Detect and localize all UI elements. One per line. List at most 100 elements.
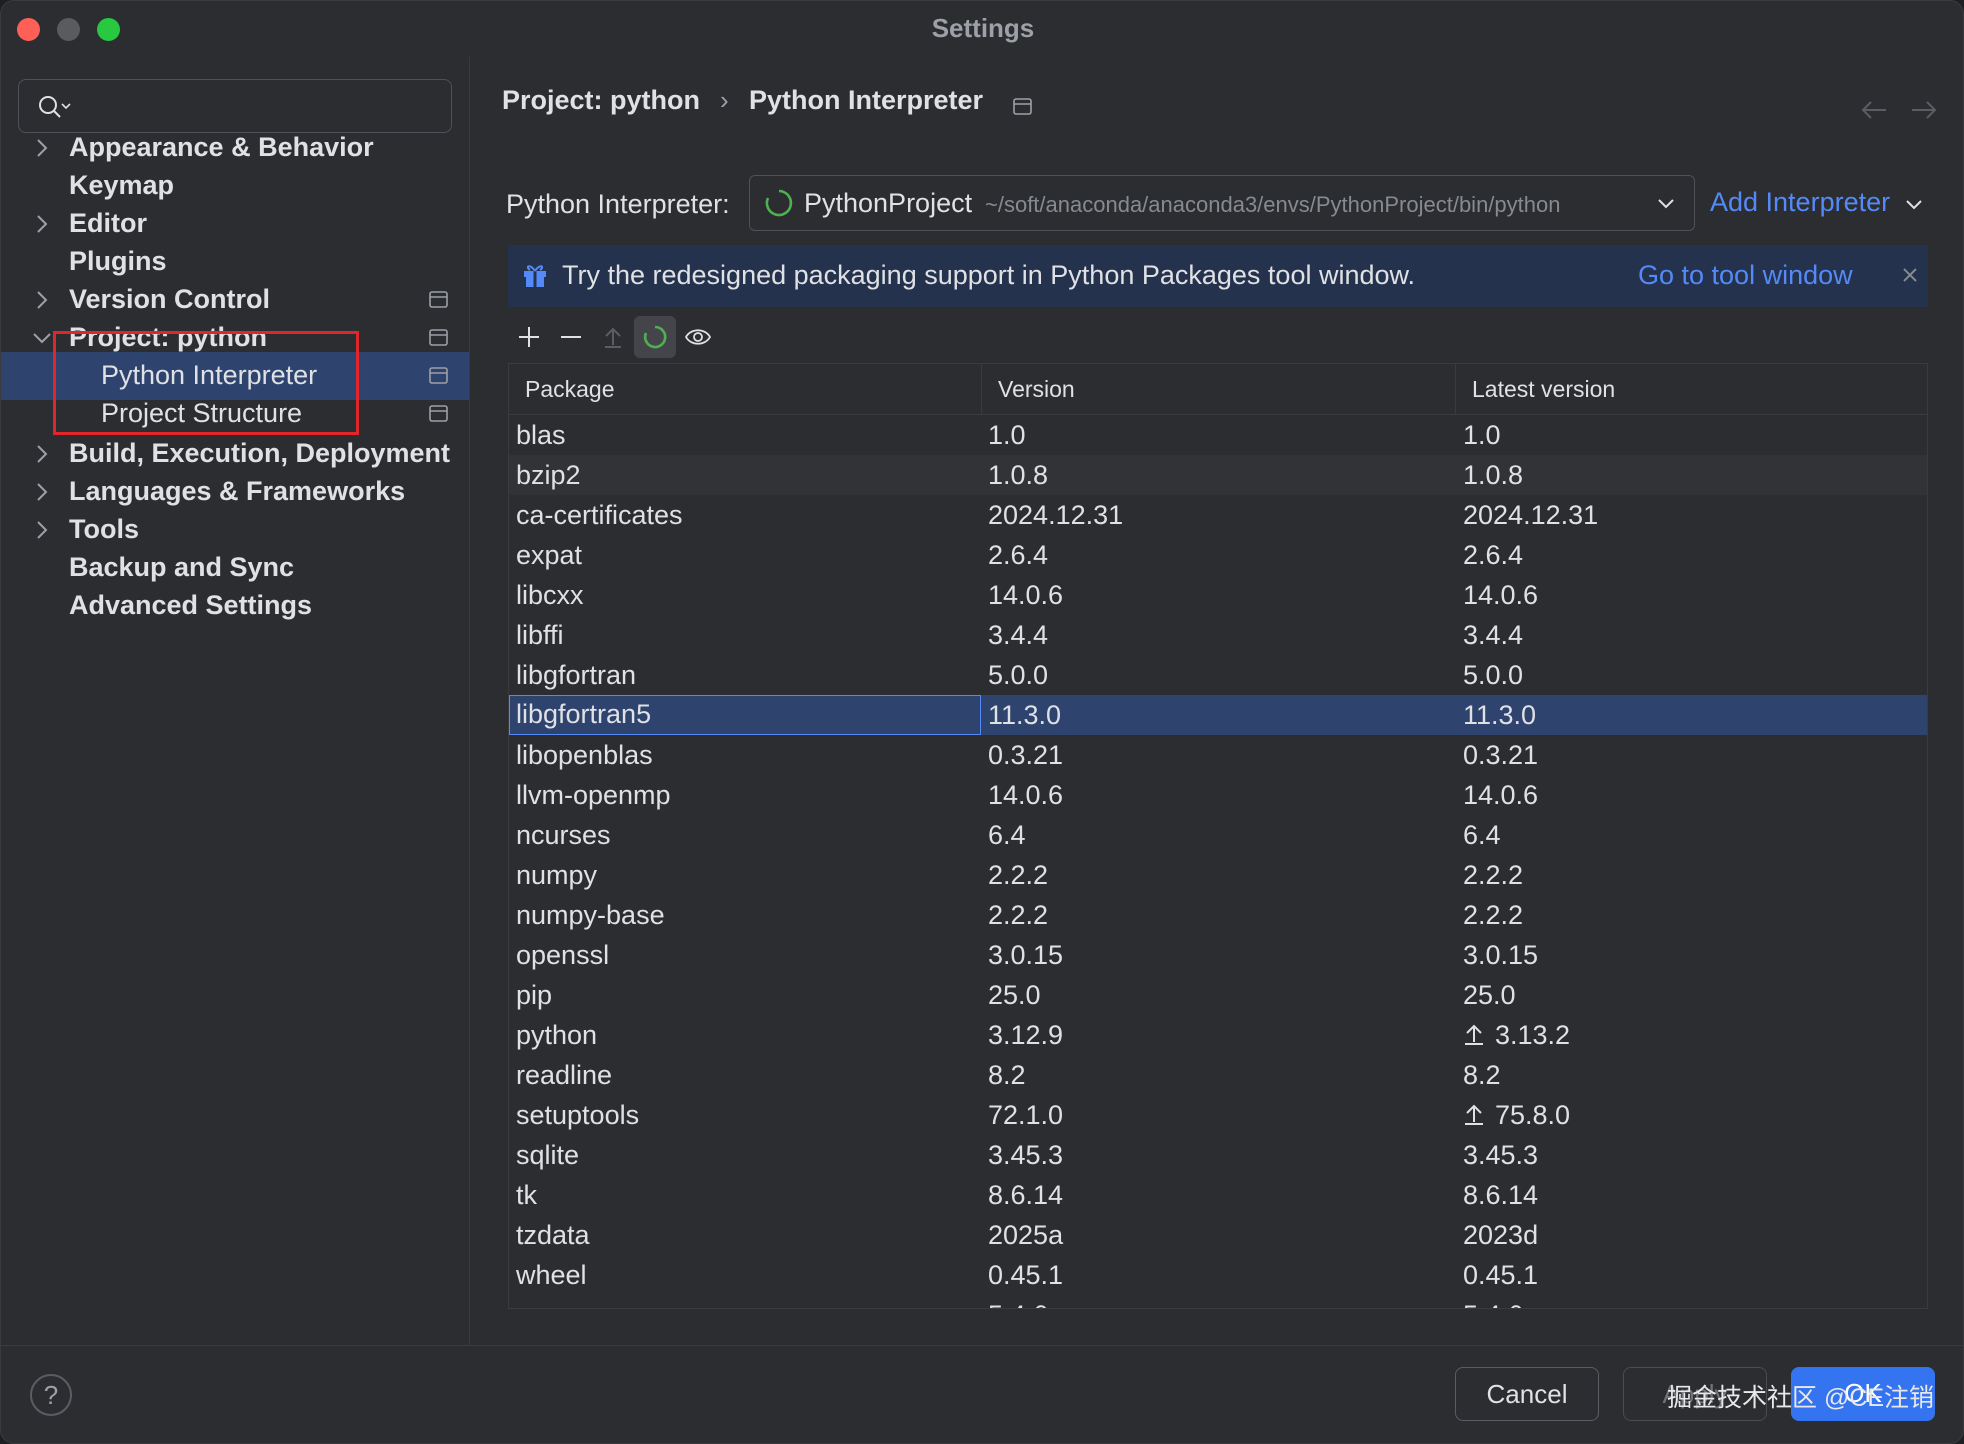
chevron-down-icon[interactable] xyxy=(31,324,53,352)
latest-version-text: 11.3.0 xyxy=(1463,700,1537,730)
chevron-right-icon[interactable] xyxy=(31,286,53,314)
chevron-right-icon[interactable] xyxy=(31,134,53,162)
table-row[interactable]: numpy 2.2.2 2.2.2 xyxy=(509,855,1927,895)
table-row[interactable]: setuptools 72.1.0 75.8.0 xyxy=(509,1095,1927,1135)
package-name-cell: setuptools xyxy=(516,1100,640,1130)
table-row[interactable]: expat 2.6.4 2.6.4 xyxy=(509,535,1927,575)
table-row[interactable]: numpy-base 2.2.2 2.2.2 xyxy=(509,895,1927,935)
table-row[interactable]: python 3.12.9 3.13.2 xyxy=(509,1015,1927,1055)
package-name-cell: wheel xyxy=(516,1260,587,1290)
latest-version-text: 2.2.2 xyxy=(1463,860,1524,890)
sidebar-item-label: Keymap xyxy=(69,170,175,200)
package-name-cell: ncurses xyxy=(516,820,611,850)
version-cell: 14.0.6 xyxy=(988,580,1064,610)
version-cell: 2024.12.31 xyxy=(988,500,1124,530)
package-name-cell: libcxx xyxy=(516,580,584,610)
column-header-package[interactable]: Package xyxy=(509,364,981,414)
package-name-cell: ca-certificates xyxy=(516,500,683,530)
interpreter-dropdown[interactable]: PythonProject ~/soft/anaconda/anaconda3/… xyxy=(749,175,1695,231)
banner-message: Try the redesigned packaging support in … xyxy=(562,260,1416,290)
search-icon xyxy=(39,96,71,118)
package-name-cell: libopenblas xyxy=(516,740,653,770)
use-conda-toggle-button[interactable] xyxy=(634,316,676,358)
version-cell: 1.0.8 xyxy=(988,460,1049,490)
latest-version-text: 2023d xyxy=(1463,1220,1539,1250)
table-row[interactable]: libopenblas 0.3.21 0.3.21 xyxy=(509,735,1927,775)
help-button[interactable]: ? xyxy=(30,1374,72,1416)
chevron-right-icon[interactable] xyxy=(31,478,53,506)
info-banner: Try the redesigned packaging support in … xyxy=(508,245,1928,307)
table-row[interactable]: openssl 3.0.15 3.0.15 xyxy=(509,935,1927,975)
table-row[interactable]: readline 8.2 8.2 xyxy=(509,1055,1927,1095)
table-row[interactable]: xz 5.4.6 5.4.6 xyxy=(509,1295,1927,1308)
table-row[interactable]: libgfortran 5.0.0 5.0.0 xyxy=(509,655,1927,695)
table-row[interactable]: tk 8.6.14 8.6.14 xyxy=(509,1175,1927,1215)
chevron-right-icon[interactable] xyxy=(31,440,53,468)
sidebar-item-label: Version Control xyxy=(69,284,271,314)
chevron-right-icon[interactable] xyxy=(31,516,53,544)
table-row[interactable]: libgfortran5 11.3.0 11.3.0 xyxy=(509,695,1927,735)
version-cell: 2.2.2 xyxy=(988,900,1049,930)
table-row[interactable]: libcxx 14.0.6 14.0.6 xyxy=(509,575,1927,615)
version-cell: 1.0 xyxy=(988,420,1026,450)
show-early-releases-button[interactable] xyxy=(676,316,718,358)
latest-version-cell: 1.0 xyxy=(1463,415,1501,455)
go-to-tool-window-link[interactable]: Go to tool window xyxy=(1638,260,1853,291)
latest-version-cell: 2.6.4 xyxy=(1463,535,1523,575)
package-name-cell: xz xyxy=(516,1295,543,1308)
table-row[interactable]: wheel 0.45.1 0.45.1 xyxy=(509,1255,1927,1295)
table-row[interactable]: blas 1.0 1.0 xyxy=(509,415,1927,455)
latest-version-cell: 11.3.0 xyxy=(1463,695,1536,735)
settings-sidebar: Appearance & Behavior Keymap Editor Plugins… xyxy=(1,57,469,1345)
project-level-icon xyxy=(429,329,448,346)
version-cell: 0.3.21 xyxy=(988,740,1064,770)
install-package-button[interactable] xyxy=(508,316,550,358)
sidebar-item-label: Backup and Sync xyxy=(69,552,295,582)
upgrade-arrow-icon xyxy=(605,327,621,348)
upgrade-package-button[interactable] xyxy=(592,316,634,358)
version-cell: 3.0.15 xyxy=(988,940,1064,970)
package-name-cell: numpy-base xyxy=(516,900,665,930)
table-row[interactable]: ncurses 6.4 6.4 xyxy=(509,815,1927,855)
package-name-cell: bzip2 xyxy=(516,460,581,490)
interpreter-name: PythonProject xyxy=(804,188,973,218)
uninstall-package-button[interactable] xyxy=(550,316,592,358)
conda-env-icon xyxy=(765,189,793,217)
gift-icon xyxy=(524,265,546,287)
latest-version-text: 14.0.6 xyxy=(1463,780,1539,810)
latest-version-cell: 5.4.6 xyxy=(1463,1295,1523,1308)
add-interpreter-chevron-icon[interactable] xyxy=(1904,195,1924,215)
breadcrumb-current: Python Interpreter xyxy=(749,85,984,115)
cancel-button[interactable]: Cancel xyxy=(1455,1367,1599,1421)
close-icon[interactable] xyxy=(1898,263,1922,287)
latest-version-text: 25.0 xyxy=(1463,980,1516,1010)
package-name-cell: openssl xyxy=(516,940,610,970)
breadcrumb-parent[interactable]: Project: python xyxy=(502,85,700,116)
chevron-right-icon[interactable] xyxy=(31,210,53,238)
sidebar-item-advanced-settings[interactable]: Advanced Settings xyxy=(1,582,469,630)
add-interpreter-link[interactable]: Add Interpreter xyxy=(1710,187,1890,218)
interpreter-path: ~/soft/anaconda/anaconda3/envs/PythonPro… xyxy=(985,192,1561,217)
footer-divider xyxy=(1,1345,1963,1346)
table-row[interactable]: llvm-openmp 14.0.6 14.0.6 xyxy=(509,775,1927,815)
back-arrow-icon[interactable] xyxy=(1860,99,1888,121)
latest-version-text: 14.0.6 xyxy=(1463,580,1539,610)
version-cell: 5.4.6 xyxy=(988,1295,1048,1308)
table-row[interactable]: bzip2 1.0.8 1.0.8 xyxy=(509,455,1927,495)
version-cell: 5.0.0 xyxy=(988,660,1049,690)
column-header-version[interactable]: Version xyxy=(981,364,1455,414)
latest-version-cell: 1.0.8 xyxy=(1463,455,1523,495)
table-row[interactable]: sqlite 3.45.3 3.45.3 xyxy=(509,1135,1927,1175)
latest-version-text: 2.6.4 xyxy=(1463,540,1524,570)
table-row[interactable]: libffi 3.4.4 3.4.4 xyxy=(509,615,1927,655)
table-row[interactable]: pip 25.0 25.0 xyxy=(509,975,1927,1015)
forward-arrow-icon[interactable] xyxy=(1910,99,1938,121)
sidebar-item-label: Project Structure xyxy=(101,398,303,428)
column-header-latest-version[interactable]: Latest version xyxy=(1455,364,1927,414)
breadcrumb-separator: › xyxy=(720,85,729,115)
table-row[interactable]: ca-certificates 2024.12.31 2024.12.31 xyxy=(509,495,1927,535)
latest-version-text: 8.6.14 xyxy=(1463,1180,1539,1210)
project-level-icon xyxy=(429,405,448,422)
table-row[interactable]: tzdata 2025a 2023d xyxy=(509,1215,1927,1255)
conda-icon xyxy=(643,325,667,349)
